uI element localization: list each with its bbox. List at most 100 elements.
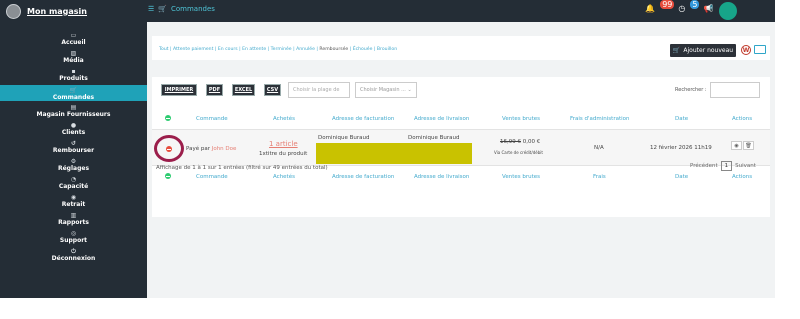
filter-attente-paiement[interactable]: Attente paiement <box>173 47 213 52</box>
pickup-icon: ◉ <box>70 194 77 201</box>
order-date: 12 février 2026 11h19 <box>650 145 712 151</box>
col-ventes-brutes[interactable]: Ventes brutes <box>502 116 540 122</box>
foot-achetes: Achetés <box>273 174 295 180</box>
col-achetes[interactable]: Achetés <box>273 116 295 122</box>
price-old: 16,99 € <box>500 139 521 145</box>
shipping-name: Dominique Buraud <box>408 135 460 141</box>
billing-name: Dominique Buraud <box>318 135 370 141</box>
add-new-button[interactable]: 🛒 Ajouter nouveau <box>670 44 736 57</box>
search-input[interactable] <box>710 82 760 98</box>
support-icon: ◎ <box>70 230 77 237</box>
sidebar-item-reglages[interactable]: ⚙ Réglages <box>0 158 147 172</box>
bell-icon[interactable]: 🔔 99 <box>645 0 675 13</box>
col-actions: Actions <box>732 116 753 122</box>
user-icon: ● <box>70 122 77 129</box>
filter-en-attente[interactable]: En attente <box>242 47 266 52</box>
filter-echouee[interactable]: Échouée <box>353 47 373 52</box>
avatar[interactable] <box>719 2 737 20</box>
next-page[interactable]: Suivant <box>735 163 756 169</box>
foot-adresse-livraison: Adresse de livraison <box>414 174 470 180</box>
orders-panel: IMPRIMER PDF EXCEL CSV Choisir la plage … <box>152 77 770 217</box>
expand-all-footer-icon[interactable] <box>165 173 171 179</box>
megaphone-icon[interactable]: 📢 <box>703 4 713 13</box>
sidebar-item-support[interactable]: ◎ Support <box>0 230 147 244</box>
laptop-icon: ▭ <box>70 32 77 39</box>
chevron-down-icon: ⌄ <box>405 87 412 93</box>
breadcrumb-label: Commandes <box>171 5 215 13</box>
breadcrumb: ☰ 🛒 Commandes <box>148 5 215 13</box>
store-select[interactable]: Choisir Magasin ... ⌄ <box>355 82 417 98</box>
clock-badge: 5 <box>690 0 700 9</box>
right-margin <box>775 0 800 298</box>
sidebar-item-rapports[interactable]: ▥ Rapports <box>0 212 147 226</box>
filter-tout[interactable]: Tout <box>159 47 169 52</box>
trash-icon[interactable]: 🗑 <box>743 141 754 150</box>
filter-annulee[interactable]: Annulée <box>296 47 315 52</box>
bottom-margin <box>0 298 800 319</box>
col-frais-administration[interactable]: Frais d'administration <box>570 116 630 122</box>
image-icon: ▨ <box>70 50 77 57</box>
foot-frais: Frais <box>593 174 606 180</box>
foot-adresse-facturation: Adresse de facturation <box>332 174 395 180</box>
brand-name[interactable]: Mon magasin <box>27 7 87 16</box>
collapse-row-icon[interactable] <box>166 146 172 152</box>
status-filter-bar: Tout | Attente paiement | En cours | En … <box>152 36 770 60</box>
expand-all-icon[interactable] <box>165 115 171 121</box>
top-icons: 🔔99 ◷5 📢 ▣ <box>645 0 730 13</box>
col-commande[interactable]: Commande <box>196 116 228 122</box>
menu-icon[interactable]: ☰ <box>148 5 154 13</box>
sidebar-item-accueil[interactable]: ▭ Accueil <box>0 32 147 46</box>
sidebar-item-capacite[interactable]: ◔ Capacité <box>0 176 147 190</box>
box-icon: ▪ <box>71 68 76 75</box>
sidebar-item-magasin-fournisseurs[interactable]: ▤ Magasin Fournisseurs <box>0 104 147 118</box>
main-content: Tout | Attente paiement | En cours | En … <box>147 22 775 298</box>
col-adresse-facturation[interactable]: Adresse de facturation <box>332 116 394 122</box>
col-date[interactable]: Date <box>675 116 688 122</box>
top-bar: Mon magasin ☰ 🛒 Commandes 🔔99 ◷5 📢 ▣ <box>0 0 775 22</box>
search-label: Rechercher : <box>675 87 707 93</box>
order-cell: Payé par John Doe <box>186 146 236 152</box>
customer-link[interactable]: John Doe <box>212 146 237 152</box>
payment-method: Via Carte de crédit/débit <box>494 150 543 155</box>
order-paid-by: Payé par <box>186 146 210 152</box>
filter-remboursee[interactable]: Remboursée <box>319 47 348 52</box>
filter-en-cours[interactable]: En cours <box>218 47 238 52</box>
purchased-link[interactable]: 1 article <box>269 140 298 148</box>
clock-icon[interactable]: ◷ 5 <box>678 0 700 13</box>
brand[interactable]: Mon magasin <box>6 3 87 19</box>
prev-page[interactable]: Précédent <box>690 163 718 169</box>
print-button[interactable]: IMPRIMER <box>161 84 197 96</box>
monitor-icon[interactable] <box>754 45 766 54</box>
foot-commande: Commande <box>196 174 228 180</box>
sidebar-item-deconnexion[interactable]: ⏻ Déconnexion <box>0 248 147 262</box>
pdf-button[interactable]: PDF <box>206 84 223 96</box>
pagination: Précédent 1 Suivant <box>690 161 756 171</box>
foot-actions: Actions <box>732 174 753 180</box>
price-new: 0,00 € <box>522 139 541 145</box>
sidebar-item-commandes[interactable]: 🛒 Commandes <box>0 85 147 101</box>
store-icon: ▤ <box>70 104 77 111</box>
chart-icon: ▥ <box>70 212 77 219</box>
capacity-icon: ◔ <box>70 176 77 183</box>
store-logo-icon <box>6 3 21 19</box>
add-new-label: Ajouter nouveau <box>683 47 734 54</box>
page-number[interactable]: 1 <box>720 161 733 171</box>
filter-brouillon[interactable]: Brouillon <box>377 47 397 52</box>
filter-terminee[interactable]: Terminée <box>271 47 292 52</box>
sidebar-item-produits[interactable]: ▪ Produits <box>0 68 147 82</box>
excel-button[interactable]: EXCEL <box>232 84 255 96</box>
wordpress-icon[interactable]: W <box>741 45 751 55</box>
sidebar-item-media[interactable]: ▨ Média <box>0 50 147 64</box>
sidebar-item-rembourser[interactable]: ↺ Rembourser <box>0 140 147 154</box>
date-range-input[interactable]: Choisir la plage de <box>288 82 350 98</box>
csv-button[interactable]: CSV <box>264 84 281 96</box>
gear-icon: ⚙ <box>70 158 77 165</box>
view-icon[interactable]: ◉ <box>731 141 742 150</box>
sidebar-item-clients[interactable]: ● Clients <box>0 122 147 136</box>
col-adresse-livraison[interactable]: Adresse de livraison <box>414 116 469 122</box>
refund-icon: ↺ <box>70 140 77 147</box>
cart-icon: 🛒 <box>672 47 681 54</box>
address-redaction <box>316 143 472 164</box>
cart-icon: 🛒 <box>158 5 167 13</box>
sidebar-item-retrait[interactable]: ◉ Retrait <box>0 194 147 208</box>
